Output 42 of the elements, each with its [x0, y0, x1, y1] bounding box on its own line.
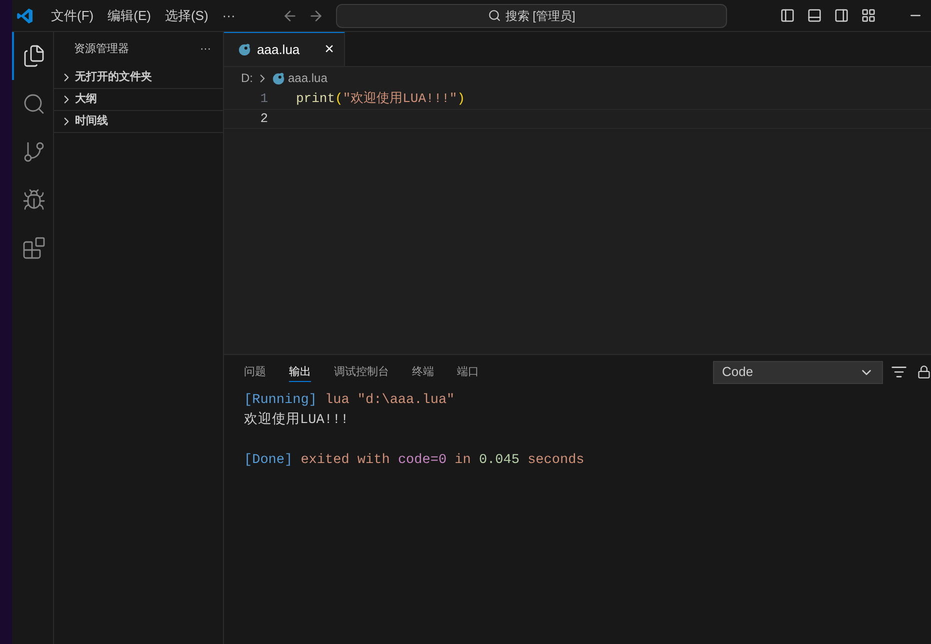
search-icon [22, 92, 46, 116]
menu-item[interactable]: ··· [215, 6, 242, 26]
toggle-sidebar-icon[interactable] [780, 8, 795, 23]
panel-tab[interactable]: 端口 [457, 362, 479, 382]
panel-tab[interactable]: 输出 [289, 362, 311, 382]
panel-tab[interactable]: 调试控制台 [334, 362, 389, 382]
panel-tab[interactable]: 问题 [244, 362, 266, 382]
line-number: 2 [259, 110, 269, 128]
branch-icon [22, 140, 46, 164]
code-line: print("欢迎使用LUA!!!") [296, 90, 466, 108]
search-icon [488, 9, 502, 22]
sidebar-section[interactable]: 时间线 [54, 111, 223, 133]
output-line: [Done] exited with code=0 in 0.045 seconds [244, 453, 584, 468]
layout-icon[interactable] [861, 8, 876, 23]
menu-item[interactable]: 选择(S) [158, 6, 216, 26]
breadcrumb-item[interactable]: aaa.lua [288, 69, 328, 87]
extensions-icon [22, 236, 46, 260]
search-placeholder: 搜索 [管理员] [505, 8, 576, 24]
menu-item[interactable]: 文件(F) [44, 6, 101, 26]
close-tab-button[interactable]: × [324, 38, 334, 62]
lock-icon[interactable] [917, 365, 931, 379]
lua-file-icon [272, 72, 285, 84]
line-number: 1 [259, 90, 269, 108]
output-channel-dropdown[interactable]: Code [713, 360, 883, 384]
toggle-secondary-sidebar-icon[interactable] [834, 8, 849, 23]
search-field[interactable]: 搜索 [管理员] [336, 4, 728, 28]
toggle-panel-icon[interactable] [807, 8, 822, 23]
run-debug-icon [22, 188, 46, 212]
files-icon [22, 44, 46, 68]
sidebar-section[interactable]: 大纲 [54, 89, 223, 111]
sidebar-title: 资源管理器 [74, 42, 129, 58]
clear-output-icon[interactable] [891, 364, 907, 380]
menu-item[interactable]: 编辑(E) [100, 6, 158, 26]
output-line: 欢迎使用LUA!!! [244, 413, 349, 428]
editor-tab[interactable]: aaa.lua × [224, 32, 345, 66]
app-logo [16, 6, 34, 24]
breadcrumb-item[interactable]: D: [241, 69, 253, 87]
output-line: [Running] lua "d:\aaa.lua" [244, 393, 455, 408]
more-actions-button[interactable]: ··· [200, 41, 211, 58]
sidebar-section[interactable]: 无打开的文件夹 [54, 67, 223, 89]
lua-file-icon [238, 43, 251, 56]
panel-tab[interactable]: 终端 [412, 362, 434, 382]
